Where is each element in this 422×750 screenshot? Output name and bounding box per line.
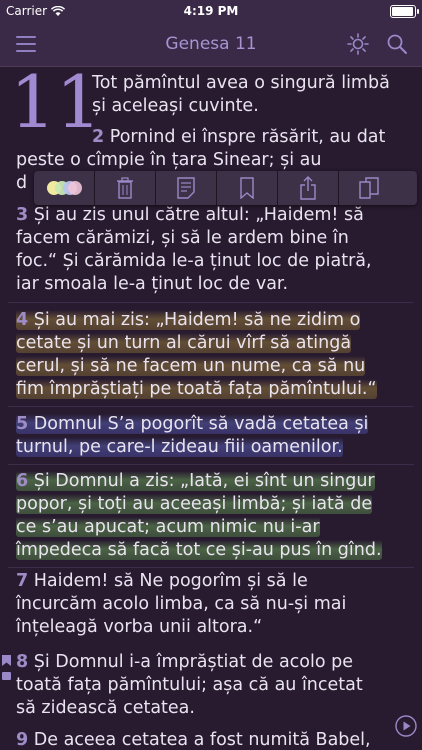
verse-2-line[interactable]: peste o cîmpie în țara Sinear; și au	[16, 149, 412, 172]
verse-5-line[interactable]: turnul, pe care-l zideau fiii oamenilor.	[16, 436, 412, 459]
verse-6-line[interactable]: ce s’au apucat; acum nimic nu i-ar	[16, 516, 412, 539]
verse-9-line[interactable]: 9 De aceea cetatea a fost numită Babel,	[16, 729, 412, 750]
verse-text: Și Domnul a zis: „Iată, ei sînt un singu…	[33, 471, 375, 491]
verse-text: Și Domnul i-a împrăștiat de acolo pe	[33, 652, 354, 672]
status-bar: Carrier 4:19 PM	[0, 0, 422, 22]
trash-icon	[117, 177, 133, 199]
verse-2-line[interactable]: 2 Pornind ei înspre răsărit, au dat	[92, 126, 412, 149]
verse-8-line[interactable]: toată fața pămîntului; așa că au încetat	[16, 674, 412, 697]
highlight-green: ce s’au apucat; acum nimic nu i-ar	[16, 517, 320, 537]
highlight-gold: cerul, și să ne facem un nume, ca să nu	[16, 356, 366, 376]
verse-separator	[8, 406, 414, 407]
highlight-green: 6 Și Domnul a zis: „Iată, ei sînt un sin…	[16, 471, 375, 491]
verse-text: Domnul S’a pogorît să vadă cetatea și	[33, 414, 369, 434]
search-icon[interactable]	[385, 32, 409, 56]
verse-number: 4	[16, 310, 29, 330]
highlight-gold: 4 Și au mai zis: „Haidem! să ne zidim o	[16, 310, 361, 330]
verse-7-line[interactable]: încurcăm acolo limba, ca să nu-și mai	[16, 593, 412, 616]
verse-6-line[interactable]: popor, și toți au aceeași limbă; și iată…	[16, 493, 412, 516]
verse-text: Și au zis unul către altul: „Haidem! să	[33, 205, 364, 225]
highlight-blue: turnul, pe care-l zideau fiii oamenilor.	[16, 437, 343, 457]
navigation-bar: Genesa 11	[0, 22, 422, 67]
verse-6-line[interactable]: 6 Și Domnul a zis: „Iată, ei sînt un sin…	[16, 470, 412, 493]
verse-number: 2	[92, 127, 105, 147]
verse-6-line[interactable]: împedeca să facă tot ce și-au pus în gîn…	[16, 539, 412, 562]
brightness-icon[interactable]	[346, 32, 370, 56]
note-button[interactable]	[156, 171, 217, 205]
verse-text: Și au mai zis: „Haidem! să ne zidim o	[33, 310, 361, 330]
copy-button[interactable]	[339, 171, 399, 205]
verse-5-line[interactable]: 5 Domnul S’a pogorît să vadă cetatea și	[16, 413, 412, 436]
play-icon[interactable]	[395, 715, 417, 737]
highlight-gold: cetate și un turn al cărui vîrf să ating…	[16, 333, 352, 353]
bookmark-button[interactable]	[217, 171, 278, 205]
delete-button[interactable]	[95, 171, 156, 205]
highlight-green: popor, și toți au aceeași limbă; și iată…	[16, 494, 373, 514]
verse-7-line[interactable]: 7 Haidem! să Ne pogorîm și să le	[16, 570, 412, 593]
note-marker-icon[interactable]	[2, 671, 11, 682]
battery-icon	[390, 5, 419, 18]
battery-fill	[392, 7, 413, 16]
chapter-number: 11	[10, 67, 102, 144]
bookmark-icon	[240, 177, 254, 199]
verse-3-line[interactable]: facem cărămizi, și să le ardem bine în	[16, 227, 412, 250]
highlight-blue: 5 Domnul S’a pogorît să vadă cetatea și	[16, 414, 369, 434]
verse-text: Haidem! să Ne pogorîm și să le	[33, 571, 308, 591]
color-dots-icon	[47, 181, 82, 195]
verse-4-line[interactable]: cerul, și să ne facem un nume, ca să nu	[16, 355, 412, 378]
note-icon	[177, 177, 195, 199]
highlight-gold: fim împrăștiați pe toată fața pămîntului…	[16, 379, 377, 399]
verse-text: De aceea cetatea a fost numită Babel,	[33, 730, 371, 750]
verse-text: Pornind ei înspre răsărit, au dat	[109, 127, 386, 147]
status-time: 4:19 PM	[183, 4, 239, 18]
bookmark-marker-icon[interactable]	[2, 655, 11, 666]
verse-number: 8	[16, 652, 29, 672]
verse-separator	[8, 302, 414, 303]
share-button[interactable]	[278, 171, 339, 205]
chapter-content[interactable]: 11 Tot pămîntul avea o singură limbă și …	[0, 67, 422, 750]
verse-separator	[8, 464, 414, 465]
verse-3-line[interactable]: iar smoala le-a ținut loc de var.	[16, 273, 412, 296]
verse-number: 3	[16, 205, 29, 225]
verse-8-line[interactable]: 8 Și Domnul i-a împrăștiat de acolo pe	[16, 651, 412, 674]
highlight-green: împedeca să facă tot ce și-au pus în gîn…	[16, 540, 382, 560]
verse-number: 7	[16, 571, 29, 591]
verse-4-line[interactable]: fim împrăștiați pe toată fața pămîntului…	[16, 378, 412, 401]
share-icon	[300, 176, 316, 200]
verse-7-line[interactable]: înțeleagă vorba unii altora.“	[16, 616, 412, 639]
verse-action-toolbar	[34, 171, 417, 205]
highlight-color-button[interactable]	[34, 171, 95, 205]
verse-1-line[interactable]: și aceleași cuvinte.	[92, 95, 412, 118]
copy-icon	[359, 177, 379, 199]
verse-4-line[interactable]: cetate și un turn al cărui vîrf să ating…	[16, 332, 412, 355]
verse-separator	[8, 567, 414, 568]
verse-number: 5	[16, 414, 29, 434]
verse-3-line[interactable]: foc.“ Și cărămida le-a ținut loc de piat…	[16, 250, 412, 273]
verse-1-line[interactable]: Tot pămîntul avea o singură limbă	[92, 72, 412, 95]
verse-3-line[interactable]: 3 Și au zis unul către altul: „Haidem! s…	[16, 204, 412, 227]
verse-number: 9	[16, 730, 29, 750]
verse-4-line[interactable]: 4 Și au mai zis: „Haidem! să ne zidim o	[16, 309, 412, 332]
verse-number: 6	[16, 471, 29, 491]
verse-8-line[interactable]: să zidească cetatea.	[16, 697, 412, 720]
